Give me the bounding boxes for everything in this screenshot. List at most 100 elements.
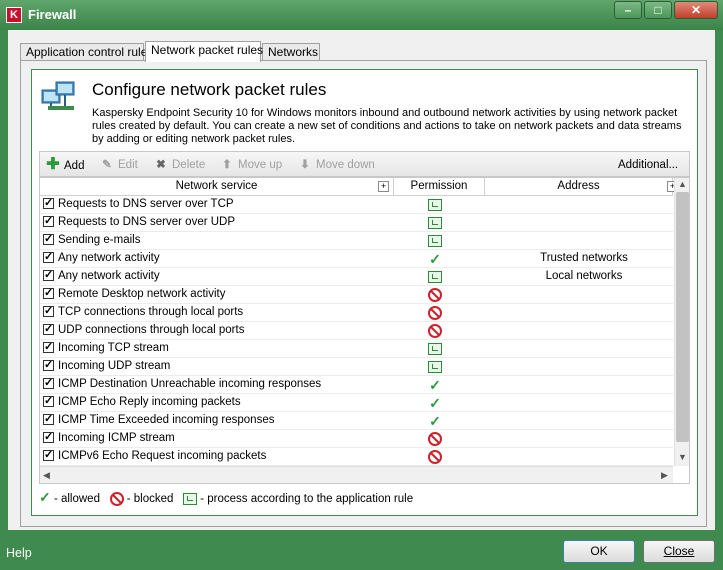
blocked-icon xyxy=(428,288,442,302)
title-bar: K Firewall – □ ✕ xyxy=(0,0,723,30)
close-window-button[interactable]: ✕ xyxy=(674,1,718,19)
edit-label: Edit xyxy=(118,159,138,171)
rule-service-name: Any network activity xyxy=(58,270,160,282)
allowed-check-icon: ✓ xyxy=(429,377,441,393)
column-header-address[interactable]: Address + xyxy=(485,178,678,196)
minimize-button[interactable]: – xyxy=(614,1,642,19)
blocked-icon xyxy=(428,450,442,464)
table-row[interactable]: Any network activity Local networks xyxy=(40,268,673,286)
table-row[interactable]: Any network activity ✓ Trusted networks xyxy=(40,250,673,268)
column-address-label: Address xyxy=(557,180,600,192)
arrow-down-icon: ⬇ xyxy=(300,159,310,171)
rule-enabled-checkbox[interactable] xyxy=(43,430,54,443)
application-rule-icon xyxy=(428,343,442,355)
table-row[interactable]: Sending e-mails xyxy=(40,232,673,250)
permission-blocked[interactable] xyxy=(420,323,450,339)
application-rule-icon xyxy=(428,199,442,211)
rule-enabled-checkbox[interactable] xyxy=(43,322,54,335)
expand-column-icon[interactable]: + xyxy=(378,181,389,192)
rule-enabled-checkbox[interactable] xyxy=(43,214,54,227)
rule-enabled-checkbox[interactable] xyxy=(43,358,54,371)
permission-blocked[interactable] xyxy=(420,449,450,465)
tab-network-packet-rules[interactable]: Network packet rules xyxy=(145,41,263,62)
arrow-up-icon: ⬆ xyxy=(222,159,232,171)
scroll-left-arrow-icon[interactable]: ◀ xyxy=(43,470,50,481)
allowed-check-icon: ✓ xyxy=(429,251,441,267)
delete-button[interactable]: ✖ Delete xyxy=(154,156,205,174)
edit-button[interactable]: ✎ Edit xyxy=(100,156,138,174)
column-header-service[interactable]: Network service + xyxy=(40,178,394,196)
table-row[interactable]: ICMP Destination Unreachable incoming re… xyxy=(40,376,673,394)
permission-application-rule[interactable] xyxy=(420,233,450,249)
blocked-icon xyxy=(428,306,442,320)
rule-service-name: Any network activity xyxy=(58,252,160,264)
rule-enabled-checkbox[interactable] xyxy=(43,376,54,389)
permission-application-rule[interactable] xyxy=(420,269,450,285)
table-row[interactable]: Remote Desktop network activity xyxy=(40,286,673,304)
table-row[interactable]: ICMPv6 Echo Request incoming packets xyxy=(40,448,673,466)
permission-application-rule[interactable] xyxy=(420,359,450,375)
additional-menu-button[interactable]: Additional... xyxy=(618,156,678,174)
tab-panel: Configure network packet rules Kaspersky… xyxy=(20,60,707,527)
add-button[interactable]: ✚ Add xyxy=(46,156,84,174)
application-rule-icon xyxy=(428,217,442,229)
rule-enabled-checkbox[interactable] xyxy=(43,340,54,353)
move-down-button[interactable]: ⬇ Move down xyxy=(298,156,375,174)
horizontal-scrollbar[interactable]: ◀ ▶ xyxy=(40,466,673,483)
allowed-check-icon: ✓ xyxy=(429,413,441,429)
move-up-button[interactable]: ⬆ Move up xyxy=(220,156,282,174)
scroll-down-arrow-icon[interactable]: ▼ xyxy=(678,452,687,462)
rule-service-name: Sending e-mails xyxy=(58,234,141,246)
rule-enabled-checkbox[interactable] xyxy=(43,196,54,209)
rule-enabled-checkbox[interactable] xyxy=(43,448,54,461)
rule-service-name: Remote Desktop network activity xyxy=(58,288,226,300)
ok-button[interactable]: OK xyxy=(563,540,635,563)
permission-allowed[interactable]: ✓ xyxy=(420,413,450,429)
help-link[interactable]: Help xyxy=(6,546,32,560)
table-row[interactable]: Requests to DNS server over TCP xyxy=(40,196,673,214)
column-header-permission[interactable]: Permission xyxy=(394,178,485,196)
rule-enabled-checkbox[interactable] xyxy=(43,304,54,317)
rule-service-name: ICMP Time Exceeded incoming responses xyxy=(58,414,275,426)
maximize-button[interactable]: □ xyxy=(644,1,672,19)
blocked-icon xyxy=(109,492,124,507)
vertical-scroll-thumb[interactable] xyxy=(676,192,689,442)
scroll-right-arrow-icon[interactable]: ▶ xyxy=(661,470,668,481)
table-row[interactable]: Incoming UDP stream xyxy=(40,358,673,376)
blocked-icon xyxy=(428,432,442,446)
application-rule-icon xyxy=(428,235,442,247)
scroll-up-arrow-icon[interactable]: ▲ xyxy=(678,179,687,189)
permission-blocked[interactable] xyxy=(420,431,450,447)
tab-application-control-rules[interactable]: Application control rules xyxy=(20,43,153,61)
rule-enabled-checkbox[interactable] xyxy=(43,250,54,263)
rule-enabled-checkbox[interactable] xyxy=(43,268,54,281)
permission-application-rule[interactable] xyxy=(420,341,450,357)
application-rule-icon xyxy=(428,271,442,283)
close-button[interactable]: Close xyxy=(643,540,715,563)
permission-allowed[interactable]: ✓ xyxy=(420,395,450,411)
table-row[interactable]: TCP connections through local ports xyxy=(40,304,673,322)
table-row[interactable]: Incoming TCP stream xyxy=(40,340,673,358)
application-rule-icon xyxy=(428,361,442,373)
rule-address: Local networks xyxy=(545,270,623,282)
rule-service-name: Requests to DNS server over UDP xyxy=(58,216,236,228)
permission-application-rule[interactable] xyxy=(420,197,450,213)
permission-allowed[interactable]: ✓ xyxy=(420,251,450,267)
permission-allowed[interactable]: ✓ xyxy=(420,377,450,393)
rule-enabled-checkbox[interactable] xyxy=(43,394,54,407)
permission-blocked[interactable] xyxy=(420,305,450,321)
permission-application-rule[interactable] xyxy=(420,215,450,231)
table-row[interactable]: ICMP Echo Reply incoming packets ✓ xyxy=(40,394,673,412)
table-row[interactable]: Requests to DNS server over UDP xyxy=(40,214,673,232)
rule-enabled-checkbox[interactable] xyxy=(43,232,54,245)
maximize-icon: □ xyxy=(654,3,662,17)
rule-enabled-checkbox[interactable] xyxy=(43,286,54,299)
table-row[interactable]: ICMP Time Exceeded incoming responses ✓ xyxy=(40,412,673,430)
table-row[interactable]: Incoming ICMP stream xyxy=(40,430,673,448)
move-up-label: Move up xyxy=(238,159,283,171)
tab-networks[interactable]: Networks xyxy=(262,43,320,61)
table-row[interactable]: UDP connections through local ports xyxy=(40,322,673,340)
vertical-scrollbar[interactable]: ▲ ▼ xyxy=(674,178,689,466)
rule-enabled-checkbox[interactable] xyxy=(43,412,54,425)
permission-blocked[interactable] xyxy=(420,287,450,303)
